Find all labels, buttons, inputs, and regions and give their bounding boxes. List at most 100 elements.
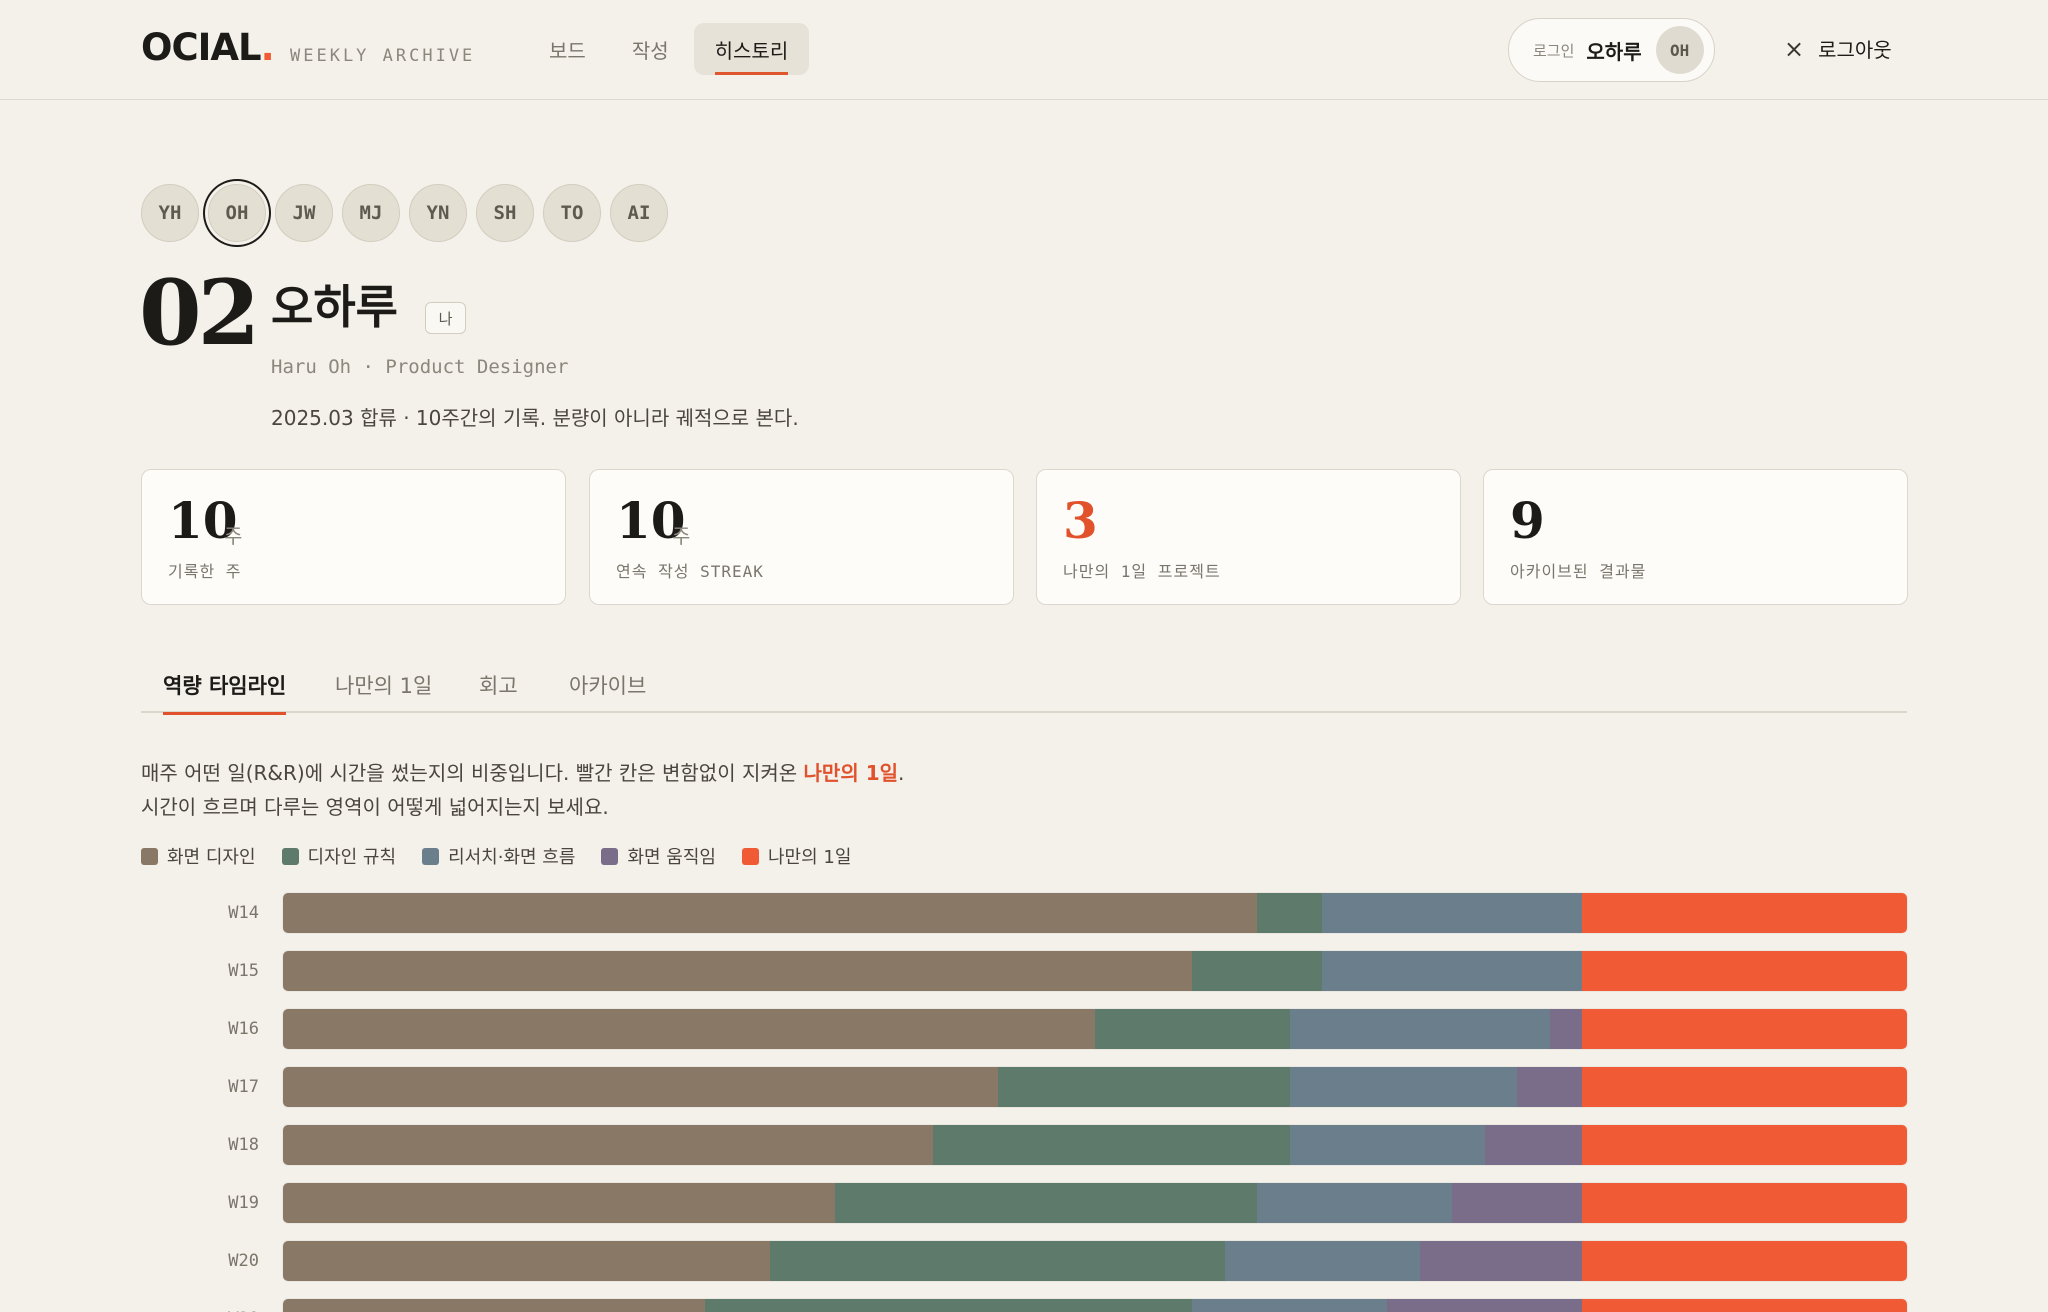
chart-row: W18 <box>141 1125 1907 1165</box>
bar-segment[interactable] <box>1452 1183 1583 1223</box>
bar-segment[interactable] <box>1582 1241 1907 1281</box>
bar-segment[interactable] <box>1582 1009 1907 1049</box>
tab-my-day[interactable]: 나만의 1일 <box>335 656 432 713</box>
bar-segment[interactable] <box>1257 893 1323 933</box>
member-avatar-yh[interactable]: YH <box>141 184 199 242</box>
bar-segment[interactable] <box>1582 1299 1907 1312</box>
bar-segment[interactable] <box>1289 1009 1550 1049</box>
bar-segment[interactable] <box>705 1299 1193 1312</box>
logout-button[interactable]: × 로그아웃 <box>1784 34 1892 63</box>
bar-segment[interactable] <box>1322 893 1583 933</box>
stacked-bar[interactable] <box>283 1183 1907 1223</box>
legend-item: 리서치·화면 흐름 <box>422 843 575 869</box>
bar-segment[interactable] <box>283 1125 933 1165</box>
bar-segment[interactable] <box>1582 893 1907 933</box>
member-avatar-oh[interactable]: OH <box>208 184 266 242</box>
legend-label: 화면 디자인 <box>167 847 256 868</box>
legend-item: 디자인 규칙 <box>281 843 396 869</box>
logo[interactable]: OCIAL. <box>141 26 275 69</box>
bar-segment[interactable] <box>1289 1067 1518 1107</box>
stacked-bar[interactable] <box>283 1125 1907 1165</box>
legend-swatch <box>741 847 759 865</box>
member-avatar-to[interactable]: TO <box>543 184 601 242</box>
chart-row: W19 <box>141 1183 1907 1223</box>
stat-unit: 주 <box>672 524 691 548</box>
stacked-bar[interactable] <box>283 1299 1907 1312</box>
nav-write[interactable]: 작성 <box>611 23 690 75</box>
bar-segment[interactable] <box>283 893 1258 933</box>
row-label: W14 <box>228 903 259 923</box>
member-avatar-jw[interactable]: JW <box>275 184 333 242</box>
member-avatar-yn[interactable]: YN <box>409 184 467 242</box>
legend-item: 화면 움직임 <box>601 843 716 869</box>
login-name: 오하루 <box>1586 39 1642 64</box>
tagline: WEEKLY ARCHIVE <box>290 46 476 66</box>
bar-segment[interactable] <box>1419 1241 1583 1281</box>
bar-segment[interactable] <box>932 1125 1290 1165</box>
stacked-bar[interactable] <box>283 951 1907 991</box>
bar-segment[interactable] <box>835 1183 1258 1223</box>
user-menu[interactable]: 로그인 오하루 OH <box>1508 18 1715 82</box>
stacked-bar[interactable] <box>283 1009 1907 1049</box>
bar-segment[interactable] <box>283 1299 706 1312</box>
bar-segment[interactable] <box>283 1183 836 1223</box>
bar-segment[interactable] <box>1257 1183 1453 1223</box>
member-avatar-ai[interactable]: AI <box>610 184 668 242</box>
member-name: 오하루 <box>271 280 398 334</box>
member-avatar-mj[interactable]: MJ <box>342 184 400 242</box>
stat-label: 기록한 주 <box>168 562 242 581</box>
bar-segment[interactable] <box>1192 951 1323 991</box>
chart-legend: 화면 디자인 디자인 규칙 리서치·화면 흐름 화면 움직임 나만의 1일 <box>141 843 877 869</box>
bar-segment[interactable] <box>1582 1067 1907 1107</box>
bar-segment[interactable] <box>283 1009 1095 1049</box>
stat-card-projects: 3 나만의 1일 프로젝트 <box>1036 469 1461 605</box>
bar-segment[interactable] <box>1387 1299 1583 1312</box>
me-badge: 나 <box>425 302 466 334</box>
legend-swatch <box>141 847 158 865</box>
legend-item: 나만의 1일 <box>741 843 852 869</box>
bar-segment[interactable] <box>1095 1009 1290 1049</box>
stat-card-archive: 9 아카이브된 결과물 <box>1483 469 1908 605</box>
legend-label: 나만의 1일 <box>767 847 852 868</box>
tab-timeline[interactable]: 역량 타임라인 <box>163 656 287 715</box>
logo-dot: . <box>260 26 275 69</box>
bar-segment[interactable] <box>1192 1299 1388 1312</box>
legend-swatch <box>601 847 619 865</box>
bar-segment[interactable] <box>283 1241 771 1281</box>
stacked-bar[interactable] <box>283 1241 1907 1281</box>
bar-segment[interactable] <box>1224 1241 1420 1281</box>
bar-segment[interactable] <box>1322 951 1583 991</box>
tab-retro[interactable]: 회고 <box>479 656 518 713</box>
tab-archive[interactable]: 아카이브 <box>569 656 646 713</box>
bar-segment[interactable] <box>1549 1009 1583 1049</box>
stacked-bar[interactable] <box>283 893 1907 933</box>
nav-history[interactable]: 히스토리 <box>693 23 810 75</box>
member-avatar-sh[interactable]: SH <box>476 184 534 242</box>
main-nav: 보드 작성 히스토리 <box>528 23 813 75</box>
bar-segment[interactable] <box>1517 1067 1583 1107</box>
bar-segment[interactable] <box>1582 1125 1907 1165</box>
member-subtitle: Haru Oh · Product Designer <box>271 356 569 378</box>
bar-segment[interactable] <box>1582 1183 1907 1223</box>
bar-segment[interactable] <box>1582 951 1907 991</box>
nav-board[interactable]: 보드 <box>528 23 607 75</box>
stat-card-streak: 10 주 연속 작성 STREAK <box>589 469 1014 605</box>
stacked-bar[interactable] <box>283 1067 1907 1107</box>
bar-segment[interactable] <box>1289 1125 1485 1165</box>
stat-label: 나만의 1일 프로젝트 <box>1063 562 1221 581</box>
chart-row: W20 <box>141 1241 1907 1281</box>
bar-segment[interactable] <box>283 951 1193 991</box>
bar-segment[interactable] <box>1484 1125 1583 1165</box>
row-label: W18 <box>228 1135 259 1155</box>
chart-description: 매주 어떤 일(R&R)에 시간을 썼는지의 비중입니다. 빨간 칸은 변함없이… <box>141 756 904 824</box>
logout-label: 로그아웃 <box>1818 38 1892 62</box>
bar-segment[interactable] <box>770 1241 1225 1281</box>
row-label: W17 <box>228 1077 259 1097</box>
avatar: OH <box>1655 26 1704 74</box>
member-description: 2025.03 합류 · 10주간의 기록. 분량이 아니라 궤적으로 본다. <box>271 406 799 430</box>
member-number: 02 <box>139 260 260 366</box>
bar-segment[interactable] <box>997 1067 1290 1107</box>
stat-label: 아카이브된 결과물 <box>1510 562 1647 581</box>
chart-row: W17 <box>141 1067 1907 1107</box>
bar-segment[interactable] <box>283 1067 998 1107</box>
